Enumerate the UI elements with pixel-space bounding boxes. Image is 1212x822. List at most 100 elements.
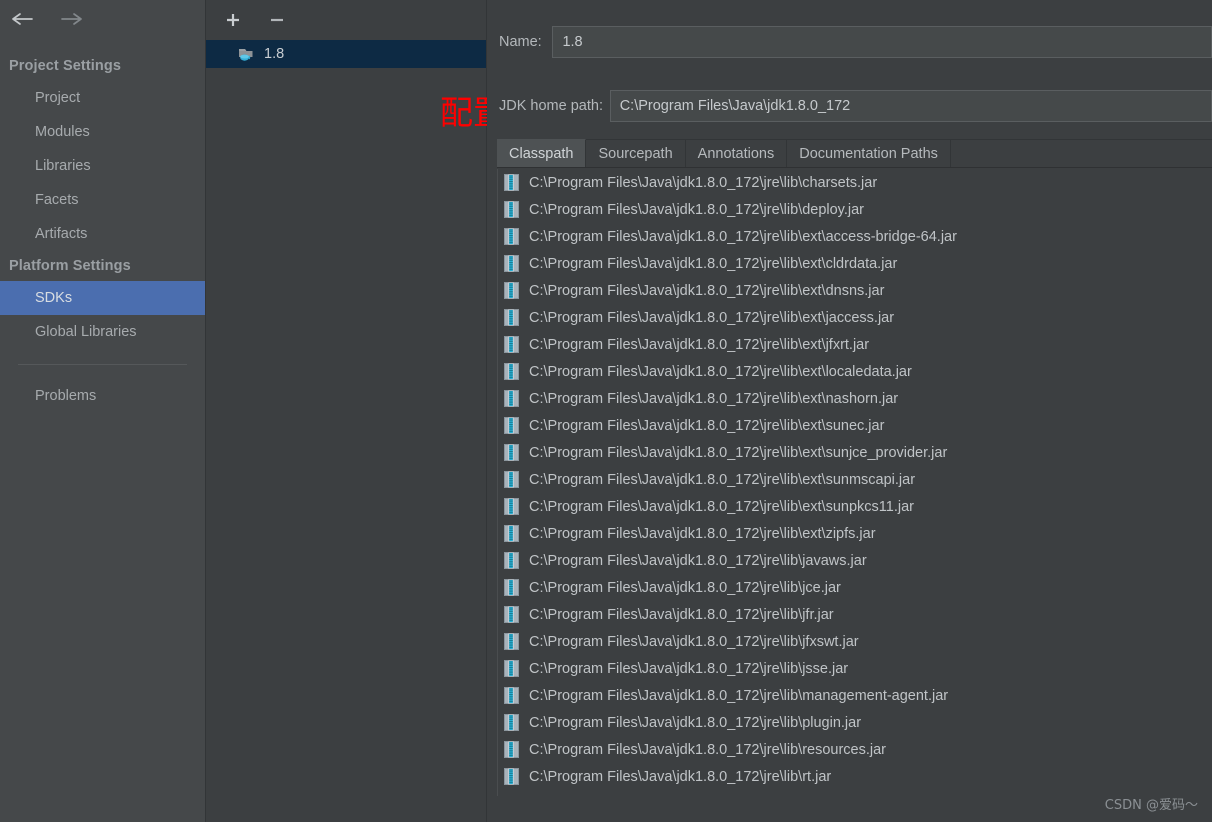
jar-archive-icon	[504, 525, 519, 542]
jar-archive-icon	[504, 768, 519, 785]
group-title-platform-settings: Platform Settings	[9, 258, 131, 274]
classpath-row[interactable]: C:\Program Files\Java\jdk1.8.0_172\jre\l…	[498, 277, 1212, 304]
classpath-row-label: C:\Program Files\Java\jdk1.8.0_172\jre\l…	[529, 390, 899, 407]
classpath-row-label: C:\Program Files\Java\jdk1.8.0_172\jre\l…	[529, 255, 898, 272]
jar-archive-icon	[504, 579, 519, 596]
sdk-toolbar	[206, 0, 486, 40]
sidebar-navigation-bar	[0, 0, 205, 38]
jar-archive-icon	[504, 255, 519, 272]
classpath-row[interactable]: C:\Program Files\Java\jdk1.8.0_172\jre\l…	[498, 547, 1212, 574]
classpath-row-label: C:\Program Files\Java\jdk1.8.0_172\jre\l…	[529, 444, 948, 461]
classpath-row[interactable]: C:\Program Files\Java\jdk1.8.0_172\jre\l…	[498, 709, 1212, 736]
classpath-row[interactable]: C:\Program Files\Java\jdk1.8.0_172\jre\l…	[498, 628, 1212, 655]
classpath-row[interactable]: C:\Program Files\Java\jdk1.8.0_172\jre\l…	[498, 493, 1212, 520]
jar-archive-icon	[504, 687, 519, 704]
jdk-home-path-label: JDK home path:	[499, 98, 603, 114]
back-arrow-icon[interactable]	[10, 8, 36, 30]
jdk-home-path-input[interactable]: C:\Program Files\Java\jdk1.8.0_172	[609, 90, 1212, 122]
classpath-row[interactable]: C:\Program Files\Java\jdk1.8.0_172\jre\l…	[498, 385, 1212, 412]
sidebar-divider	[18, 364, 187, 365]
classpath-row-label: C:\Program Files\Java\jdk1.8.0_172\jre\l…	[529, 633, 859, 650]
jar-archive-icon	[504, 606, 519, 623]
classpath-row-label: C:\Program Files\Java\jdk1.8.0_172\jre\l…	[529, 687, 949, 704]
remove-sdk-button[interactable]	[264, 7, 290, 33]
classpath-row-label: C:\Program Files\Java\jdk1.8.0_172\jre\l…	[529, 282, 885, 299]
classpath-row-label: C:\Program Files\Java\jdk1.8.0_172\jre\l…	[529, 768, 832, 785]
settings-category-list: Project Settings Project Modules Librari…	[0, 38, 205, 413]
classpath-row-label: C:\Program Files\Java\jdk1.8.0_172\jre\l…	[529, 336, 870, 353]
jar-archive-icon	[504, 444, 519, 461]
settings-sidebar: Project Settings Project Modules Librari…	[0, 0, 206, 822]
sdk-detail-tabs: Classpath Sourcepath Annotations Documen…	[497, 139, 1212, 168]
jar-archive-icon	[504, 471, 519, 488]
classpath-row[interactable]: C:\Program Files\Java\jdk1.8.0_172\jre\l…	[498, 574, 1212, 601]
classpath-row[interactable]: C:\Program Files\Java\jdk1.8.0_172\jre\l…	[498, 439, 1212, 466]
classpath-row[interactable]: C:\Program Files\Java\jdk1.8.0_172\jre\l…	[498, 250, 1212, 277]
classpath-row-label: C:\Program Files\Java\jdk1.8.0_172\jre\l…	[529, 525, 876, 542]
jar-archive-icon	[504, 498, 519, 515]
classpath-row[interactable]: C:\Program Files\Java\jdk1.8.0_172\jre\l…	[498, 331, 1212, 358]
forward-arrow-icon[interactable]	[58, 8, 84, 30]
classpath-row[interactable]: C:\Program Files\Java\jdk1.8.0_172\jre\l…	[498, 682, 1212, 709]
watermark: CSDN @爱码～	[1104, 798, 1198, 813]
classpath-row-label: C:\Program Files\Java\jdk1.8.0_172\jre\l…	[529, 660, 849, 677]
sidebar-item-modules[interactable]: Modules	[0, 115, 205, 149]
sidebar-item-facets[interactable]: Facets	[0, 183, 205, 217]
classpath-row[interactable]: C:\Program Files\Java\jdk1.8.0_172\jre\l…	[498, 736, 1212, 763]
classpath-row[interactable]: C:\Program Files\Java\jdk1.8.0_172\jre\l…	[498, 169, 1212, 196]
jar-archive-icon	[504, 282, 519, 299]
jar-archive-icon	[504, 363, 519, 380]
jdk-home-path-row: JDK home path: C:\Program Files\Java\jdk…	[499, 90, 1212, 122]
jar-archive-icon	[504, 552, 519, 569]
add-sdk-button[interactable]	[220, 7, 246, 33]
classpath-row[interactable]: C:\Program Files\Java\jdk1.8.0_172\jre\l…	[498, 304, 1212, 331]
jar-archive-icon	[504, 417, 519, 434]
tab-sourcepath[interactable]: Sourcepath	[586, 139, 686, 167]
classpath-row-label: C:\Program Files\Java\jdk1.8.0_172\jre\l…	[529, 174, 878, 191]
classpath-row-label: C:\Program Files\Java\jdk1.8.0_172\jre\l…	[529, 741, 887, 758]
sidebar-item-project[interactable]: Project	[0, 81, 205, 115]
classpath-row[interactable]: C:\Program Files\Java\jdk1.8.0_172\jre\l…	[498, 655, 1212, 682]
sidebar-item-libraries[interactable]: Libraries	[0, 149, 205, 183]
jar-archive-icon	[504, 741, 519, 758]
classpath-row[interactable]: C:\Program Files\Java\jdk1.8.0_172\jre\l…	[498, 520, 1212, 547]
group-title-project-settings: Project Settings	[9, 58, 121, 74]
jar-archive-icon	[504, 633, 519, 650]
jar-archive-icon	[504, 714, 519, 731]
jar-archive-icon	[504, 174, 519, 191]
classpath-row-label: C:\Program Files\Java\jdk1.8.0_172\jre\l…	[529, 579, 841, 596]
tab-documentation-paths[interactable]: Documentation Paths	[787, 139, 951, 167]
sdk-list-item-label: 1.8	[264, 46, 285, 62]
classpath-row[interactable]: C:\Program Files\Java\jdk1.8.0_172\jre\l…	[498, 223, 1212, 250]
sdk-list-panel: 1.8 配置jdk	[206, 0, 555, 822]
classpath-row-label: C:\Program Files\Java\jdk1.8.0_172\jre\l…	[529, 201, 865, 218]
jar-archive-icon	[504, 228, 519, 245]
tab-classpath[interactable]: Classpath	[497, 139, 587, 167]
classpath-row[interactable]: C:\Program Files\Java\jdk1.8.0_172\jre\l…	[498, 196, 1212, 223]
classpath-row-label: C:\Program Files\Java\jdk1.8.0_172\jre\l…	[529, 309, 895, 326]
sidebar-item-global-libraries[interactable]: Global Libraries	[0, 315, 205, 349]
tab-annotations[interactable]: Annotations	[685, 139, 788, 167]
sdk-name-label: Name:	[499, 34, 542, 50]
tabs-filler	[950, 139, 1212, 167]
classpath-row[interactable]: C:\Program Files\Java\jdk1.8.0_172\jre\l…	[498, 763, 1212, 790]
sidebar-item-artifacts[interactable]: Artifacts	[0, 217, 205, 251]
classpath-row-label: C:\Program Files\Java\jdk1.8.0_172\jre\l…	[529, 471, 916, 488]
jar-archive-icon	[504, 660, 519, 677]
classpath-row[interactable]: C:\Program Files\Java\jdk1.8.0_172\jre\l…	[498, 601, 1212, 628]
sidebar-item-sdks[interactable]: SDKs	[0, 281, 205, 315]
classpath-row[interactable]: C:\Program Files\Java\jdk1.8.0_172\jre\l…	[498, 358, 1212, 385]
classpath-row-label: C:\Program Files\Java\jdk1.8.0_172\jre\l…	[529, 606, 834, 623]
jar-archive-icon	[504, 336, 519, 353]
project-structure-dialog: Project Settings Project Modules Librari…	[0, 0, 1212, 822]
classpath-list[interactable]: C:\Program Files\Java\jdk1.8.0_172\jre\l…	[497, 169, 1212, 796]
jdk-folder-icon	[238, 45, 256, 63]
classpath-row[interactable]: C:\Program Files\Java\jdk1.8.0_172\jre\l…	[498, 412, 1212, 439]
sdk-list-item[interactable]: 1.8	[206, 40, 486, 68]
classpath-row-label: C:\Program Files\Java\jdk1.8.0_172\jre\l…	[529, 228, 957, 245]
classpath-row-label: C:\Program Files\Java\jdk1.8.0_172\jre\l…	[529, 363, 912, 380]
sidebar-item-problems[interactable]: Problems	[0, 379, 205, 413]
classpath-row[interactable]: C:\Program Files\Java\jdk1.8.0_172\jre\l…	[498, 466, 1212, 493]
sdk-name-row: Name: 1.8	[499, 26, 1212, 58]
sdk-name-input[interactable]: 1.8	[552, 26, 1212, 58]
